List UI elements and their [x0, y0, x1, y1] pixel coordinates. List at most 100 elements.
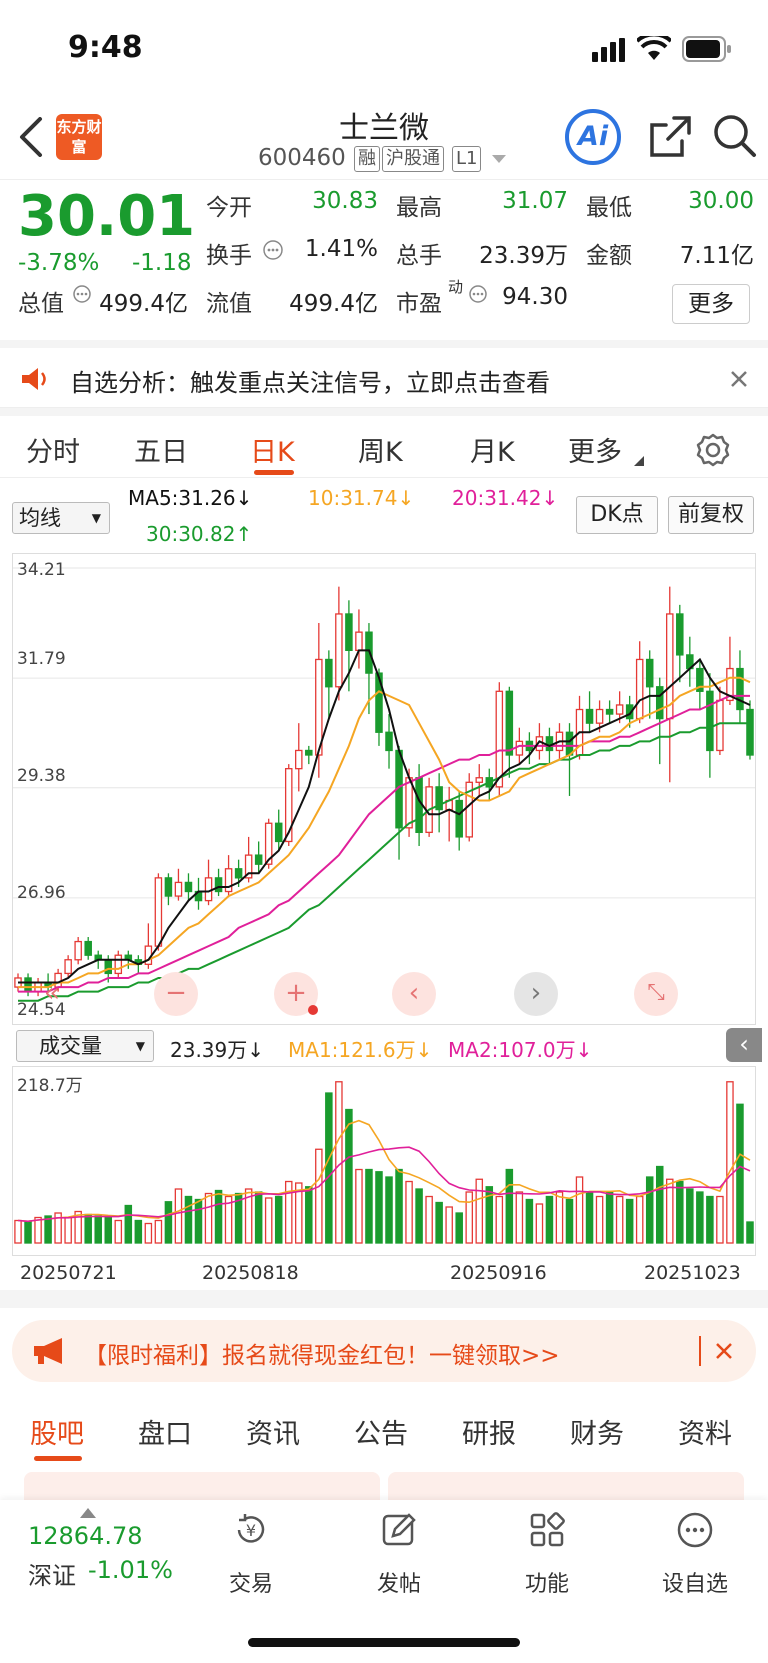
candle-body [335, 613, 343, 688]
megaphone-icon [34, 1338, 62, 1364]
kline-canvas [13, 567, 755, 1002]
candle-body [495, 690, 504, 788]
fullscreen-icon[interactable]: ⤡ [634, 972, 678, 1016]
close-icon[interactable] [730, 370, 748, 388]
adjust-button[interactable]: 前复权 [668, 496, 754, 534]
tab-financials[interactable]: 财务 [570, 1412, 624, 1451]
stock-header: 东方财富 士兰微 600460 融 沪股通 L1 Ai [0, 95, 768, 180]
volume-chart[interactable]: 218.7万 [12, 1066, 756, 1256]
tab-announcements[interactable]: 公告 [354, 1412, 408, 1451]
open-value: 30.83 [312, 188, 378, 214]
volume-bar [415, 1188, 423, 1244]
add-watchlist-button[interactable]: 设自选 [650, 1510, 740, 1598]
volume-bar [565, 1198, 574, 1244]
volume-bar [585, 1191, 594, 1244]
volume-bar [615, 1195, 624, 1244]
high-label: 最高 [396, 195, 442, 221]
trade-button[interactable]: ¥ 交易 [206, 1510, 296, 1598]
volume-bar [515, 1191, 524, 1244]
date-label: 20251023 [644, 1262, 741, 1284]
amount-label: 金额 [586, 243, 632, 269]
dk-point-label: DK点 [590, 502, 644, 527]
kline-chart[interactable]: 34.21 31.79 29.38 26.96 24.54 [12, 553, 756, 1025]
amount-value: 7.11亿 [679, 243, 754, 269]
candle-body [605, 708, 614, 715]
vol-ma1-label: MA1:121.6万↓ [288, 1038, 433, 1062]
search-icon[interactable] [712, 113, 758, 159]
indicator-label: 均线 [19, 506, 61, 530]
functions-button[interactable]: 功能 [502, 1510, 592, 1598]
volume-indicator-label: 成交量 [39, 1034, 102, 1058]
notice-bar[interactable]: 自选分析：触发重点关注信号，立即点击查看 [0, 340, 768, 408]
volume-bar [595, 1195, 604, 1244]
share-icon[interactable] [648, 115, 692, 159]
trade-label: 交易 [228, 1572, 273, 1597]
level-tag: L1 [452, 146, 482, 172]
index-name[interactable]: 深证 [28, 1556, 76, 1591]
index-value[interactable]: 12864.78 [28, 1522, 143, 1550]
pe-value: 94.30 [502, 284, 568, 310]
volume-bar [64, 1216, 72, 1244]
volume-controls: 成交量 ▼ 23.39万↓ MA1:121.6万↓ MA2:107.0万↓ ‹ [0, 1028, 768, 1066]
volume-bar [315, 1148, 323, 1244]
volume-bar [555, 1191, 564, 1244]
open-label: 今开 [206, 195, 252, 221]
caret-down-icon: ▼ [91, 511, 101, 525]
volume-bar [696, 1191, 704, 1244]
volume-indicator-dropdown[interactable]: 成交量 ▼ [16, 1030, 154, 1062]
candle-body [224, 868, 233, 893]
candle-body [455, 799, 463, 838]
candle-body [184, 881, 193, 893]
settings-gear-icon[interactable] [695, 432, 731, 468]
close-icon[interactable] [715, 1342, 733, 1360]
caret-down-icon[interactable] [492, 155, 506, 165]
candle-body [254, 854, 263, 865]
ma10-line [18, 676, 751, 989]
wifi-icon [637, 36, 671, 60]
candle-body [615, 704, 624, 715]
tab-forum[interactable]: 股吧 [30, 1412, 84, 1451]
tab-weekly-k[interactable]: 周K [358, 430, 403, 469]
volume-bar [124, 1204, 133, 1244]
scroll-left-fast-icon[interactable]: « [30, 972, 74, 1016]
info-icon[interactable] [468, 284, 488, 304]
scroll-left-button[interactable]: ‹ [392, 972, 436, 1016]
tab-monthly-k[interactable]: 月K [470, 430, 515, 469]
candle-body [565, 731, 574, 756]
edit-icon [382, 1513, 416, 1546]
volume-bar [726, 1081, 734, 1244]
tab-profile[interactable]: 资料 [678, 1412, 732, 1451]
info-icon[interactable] [262, 239, 284, 261]
status-bar: 9:48 [0, 0, 768, 95]
high-value: 31.07 [502, 188, 568, 214]
zoom-out-button[interactable]: − [154, 972, 198, 1016]
indicator-dropdown[interactable]: 均线 ▼ [12, 502, 110, 534]
post-label: 发帖 [376, 1572, 421, 1597]
candle-body [214, 877, 223, 893]
tab-research[interactable]: 研报 [462, 1412, 516, 1451]
tab-five-day[interactable]: 五日 [134, 430, 188, 469]
price-axis-label: 34.21 [17, 560, 66, 580]
volume-bar [686, 1188, 694, 1244]
promo-banner[interactable]: 【限时福利】报名就得现金红包！一键领取>> [12, 1320, 756, 1382]
tab-daily-k[interactable]: 日K [250, 430, 295, 469]
scroll-right-button[interactable]: › [514, 972, 558, 1016]
ai-button[interactable]: Ai [565, 109, 621, 165]
tab-news[interactable]: 资讯 [246, 1412, 300, 1451]
tab-more[interactable]: 更多 [568, 430, 622, 469]
more-button[interactable]: 更多 [672, 284, 750, 324]
volume-bar [575, 1176, 584, 1244]
volume-bar [666, 1178, 674, 1244]
info-icon[interactable] [72, 284, 92, 304]
candle-body [475, 777, 484, 783]
post-button[interactable]: 发帖 [354, 1510, 444, 1598]
tab-intraday[interactable]: 分时 [26, 430, 80, 469]
collapse-panel-button[interactable]: ‹ [726, 1028, 762, 1062]
forum-card [388, 1472, 744, 1500]
volume-label: 总手 [396, 243, 442, 269]
volume-bar [305, 1186, 313, 1244]
tab-orderbook[interactable]: 盘口 [138, 1412, 192, 1451]
ma5-label: MA5:31.26↓ [128, 486, 253, 510]
grid-icon [530, 1512, 565, 1547]
dk-point-button[interactable]: DK点 [576, 496, 658, 534]
